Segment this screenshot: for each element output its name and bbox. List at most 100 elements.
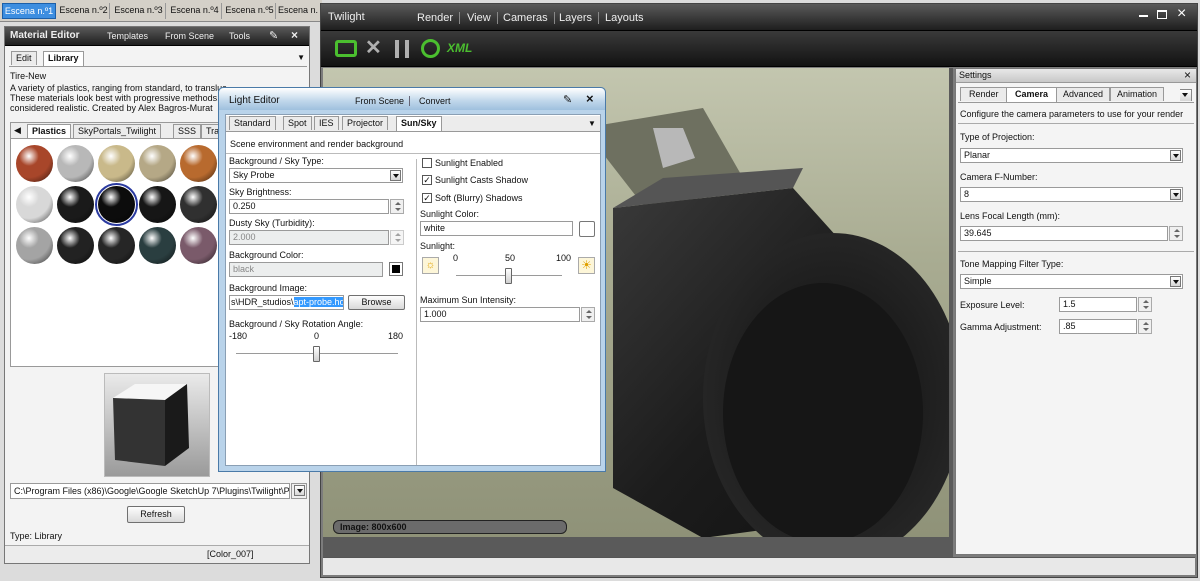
material-swatch[interactable] [180, 227, 217, 264]
tab-advanced[interactable]: Advanced [1056, 87, 1111, 101]
material-swatch[interactable] [16, 186, 53, 223]
tab-standard[interactable]: Standard [229, 116, 276, 130]
brightness-input[interactable]: 0.250 [229, 199, 389, 214]
material-swatch[interactable] [180, 145, 217, 182]
menu-layouts[interactable]: Layouts [605, 12, 644, 24]
browse-button[interactable]: Browse [348, 295, 405, 310]
pin-icon[interactable]: ✎ [269, 29, 278, 42]
menu-cameras[interactable]: Cameras [503, 12, 555, 24]
tab-edit[interactable]: Edit [11, 51, 37, 65]
material-swatch[interactable] [16, 227, 53, 264]
menu-from-scene[interactable]: From Scene [165, 31, 214, 41]
tab-ies[interactable]: IES [314, 116, 339, 130]
rotation-slider-thumb[interactable] [313, 346, 320, 362]
lib-tab-plastics[interactable]: Plastics [27, 124, 72, 138]
stop-icon[interactable]: ✕ [365, 35, 382, 60]
sun-low-icon[interactable]: ☼ [422, 257, 439, 274]
lib-tab-skyportals[interactable]: SkyPortals_Twilight [73, 124, 162, 138]
maximize-icon[interactable] [1157, 10, 1167, 19]
scene-tab-6[interactable]: Escena n. [278, 3, 320, 19]
turbidity-stepper[interactable] [390, 230, 404, 245]
tonemap-select[interactable]: Simple [960, 274, 1183, 289]
max-intensity-stepper[interactable] [581, 307, 595, 322]
fnumber-select[interactable]: 8 [960, 187, 1183, 202]
tab-spot[interactable]: Spot [283, 116, 312, 130]
scene-tab-1[interactable]: Escena n.º1 [2, 3, 56, 19]
menu-convert[interactable]: Convert [419, 96, 451, 106]
bg-color-input[interactable]: black [229, 262, 383, 277]
tab-render[interactable]: Render [960, 87, 1008, 101]
tab-animation[interactable]: Animation [1110, 87, 1165, 101]
max-intensity-input[interactable]: 1.000 [420, 307, 580, 322]
close-icon[interactable]: × [1184, 68, 1191, 82]
chevron-down-icon[interactable]: ▼ [588, 119, 596, 128]
sunlight-enabled-checkbox[interactable] [422, 158, 432, 168]
material-swatch[interactable] [139, 186, 176, 223]
projection-select[interactable]: Planar [960, 148, 1183, 163]
path-dropdown[interactable] [291, 483, 307, 499]
xml-icon[interactable]: XML [447, 41, 472, 55]
pause-icon[interactable] [395, 40, 409, 58]
material-swatch[interactable] [57, 227, 94, 264]
tab-camera[interactable]: Camera [1006, 87, 1058, 102]
tab-library[interactable]: Library [43, 51, 84, 66]
menu-templates[interactable]: Templates [107, 31, 148, 41]
material-editor-title: Material Editor [10, 30, 80, 41]
sun-high-icon[interactable]: ☀ [578, 257, 595, 274]
material-swatch[interactable] [57, 186, 94, 223]
bg-color-swatch[interactable] [389, 262, 403, 276]
tab-projector[interactable]: Projector [342, 116, 389, 130]
scene-tab-2[interactable]: Escena n.º2 [58, 3, 110, 19]
menu-layers[interactable]: Layers [559, 12, 600, 24]
tabs-dropdown[interactable] [1180, 89, 1192, 101]
turbidity-input[interactable]: 2.000 [229, 230, 389, 245]
focal-stepper[interactable] [1169, 226, 1183, 241]
casts-shadow-checkbox[interactable]: ✓ [422, 175, 432, 185]
sun-color-input[interactable]: white [420, 221, 573, 236]
material-swatch[interactable] [95, 183, 138, 226]
render-camera-icon[interactable] [335, 40, 357, 57]
material-swatch[interactable] [180, 186, 217, 223]
scroll-left-icon[interactable]: ◀ [14, 125, 21, 136]
exposure-input[interactable]: 1.5 [1059, 297, 1137, 312]
menu-tools[interactable]: Tools [229, 31, 250, 41]
sunlight-enabled-label: Sunlight Enabled [435, 158, 504, 168]
gamma-stepper[interactable] [1138, 319, 1152, 334]
chevron-down-icon [1170, 276, 1181, 287]
scene-tabs-bar: Escena n.º1 Escena n.º2 Escena n.º3 Esce… [0, 0, 322, 22]
material-swatch[interactable] [139, 145, 176, 182]
preview-frame [104, 373, 210, 477]
close-icon[interactable]: × [1177, 5, 1186, 23]
menu-view[interactable]: View [467, 12, 498, 24]
material-swatch[interactable] [57, 145, 94, 182]
chevron-down-icon[interactable]: ▼ [297, 53, 305, 62]
sunlight-slider-thumb[interactable] [505, 268, 512, 284]
gamma-input[interactable]: .85 [1059, 319, 1137, 334]
library-path-field[interactable]: C:\Program Files (x86)\Google\Google Ske… [10, 483, 290, 499]
material-swatch[interactable] [139, 227, 176, 264]
exposure-stepper[interactable] [1138, 297, 1152, 312]
material-swatch[interactable] [98, 227, 135, 264]
focal-input[interactable]: 39.645 [960, 226, 1168, 241]
refresh-button[interactable]: Refresh [127, 506, 185, 523]
scene-tab-3[interactable]: Escena n.º3 [112, 3, 166, 19]
menu-from-scene[interactable]: From Scene [355, 96, 411, 106]
scene-tab-4[interactable]: Escena n.º4 [168, 3, 222, 19]
minimize-icon[interactable] [1139, 15, 1148, 17]
bg-type-select[interactable]: Sky Probe [229, 168, 403, 183]
light-editor-titlebar: Light Editor From Scene Convert ✎ × [219, 88, 605, 110]
material-swatch[interactable] [16, 145, 53, 182]
sun-color-swatch[interactable] [579, 221, 595, 237]
brightness-stepper[interactable] [390, 199, 404, 214]
tab-sun-sky[interactable]: Sun/Sky [396, 116, 442, 131]
refresh-icon[interactable] [421, 39, 440, 58]
bg-image-input[interactable]: s\HDR_studios\apt-probe.hdr [229, 295, 344, 310]
material-swatch[interactable] [98, 145, 135, 182]
lib-tab-sss[interactable]: SSS [173, 124, 202, 138]
close-icon[interactable]: × [586, 91, 594, 106]
menu-render[interactable]: Render [417, 12, 461, 24]
scene-tab-5[interactable]: Escena n.º5 [224, 3, 276, 19]
close-icon[interactable]: × [291, 28, 298, 42]
pin-icon[interactable]: ✎ [563, 93, 572, 106]
soft-shadows-checkbox[interactable]: ✓ [422, 193, 432, 203]
